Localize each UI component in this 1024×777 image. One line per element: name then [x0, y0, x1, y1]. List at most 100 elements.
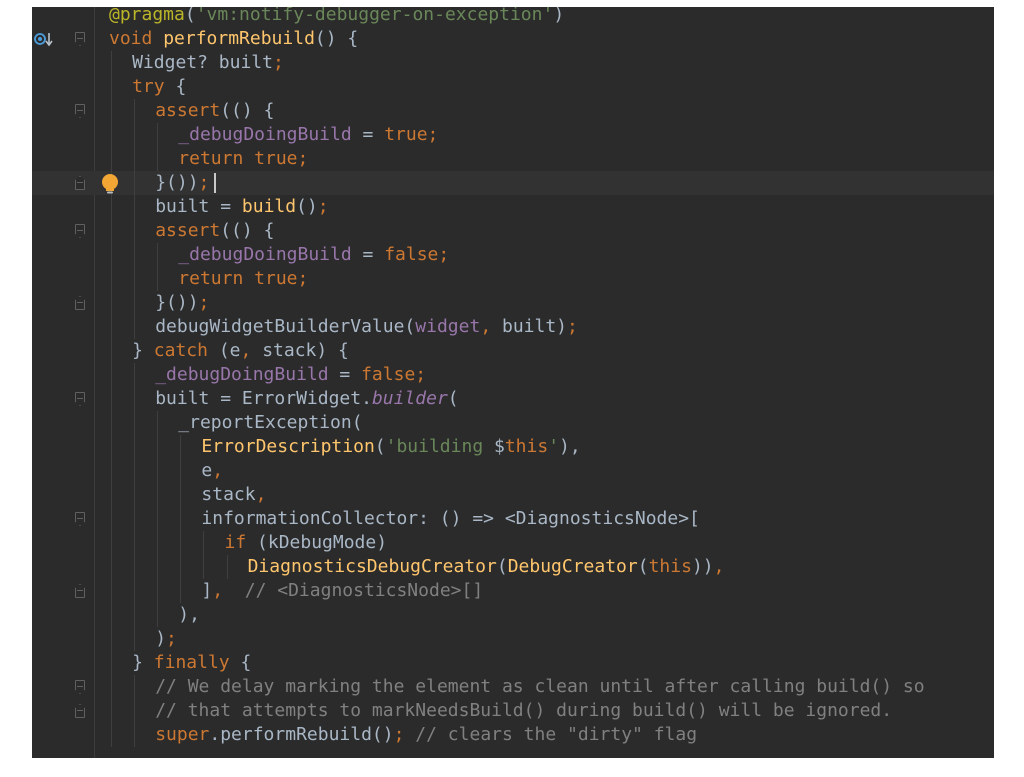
indent-guide — [134, 147, 136, 171]
code-token: }()) — [155, 292, 199, 313]
code-token: }()) — [155, 172, 199, 193]
indent-guide — [134, 603, 136, 627]
code-line[interactable]: ); — [32, 627, 994, 651]
fold-open-icon[interactable] — [75, 32, 85, 46]
code-token: ( — [184, 7, 196, 25]
indent-guide — [111, 603, 112, 627]
code-line[interactable]: } finally { — [32, 651, 994, 675]
indent-guide — [111, 123, 112, 147]
code-line[interactable]: _debugDoingBuild = false; — [32, 363, 994, 387]
code-text: ), — [178, 603, 200, 627]
indent-guide — [180, 507, 182, 531]
indent-guide — [157, 555, 159, 579]
code-line[interactable]: e, — [32, 459, 994, 483]
code-token: if — [224, 532, 258, 553]
override-method-arrow-icon[interactable] — [33, 29, 55, 49]
indent-guide — [111, 339, 112, 363]
code-token: .performRebuild() — [209, 724, 394, 745]
code-line[interactable]: @pragma('vm:notify-debugger-on-exception… — [32, 7, 994, 27]
code-text: e, — [201, 459, 223, 483]
code-token: ] — [201, 580, 213, 601]
code-text: @pragma('vm:notify-debugger-on-exception… — [109, 7, 564, 27]
fold-open-icon[interactable] — [75, 392, 85, 406]
code-line[interactable]: _debugDoingBuild = true; — [32, 123, 994, 147]
code-token: assert — [155, 220, 221, 241]
lightbulb-icon[interactable] — [98, 172, 122, 196]
code-token: ErrorDescription — [201, 436, 375, 457]
indent-guide — [134, 363, 136, 387]
code-token: built = ErrorWidget. — [155, 388, 372, 409]
fold-close-icon[interactable] — [75, 296, 85, 310]
code-token: stack — [201, 484, 256, 505]
indent-guide — [134, 387, 136, 411]
indent-guide — [111, 291, 112, 315]
indent-guide — [134, 123, 136, 147]
code-line[interactable]: built = build(); — [32, 195, 994, 219]
code-line[interactable]: debugWidgetBuilderValue(widget, built); — [32, 315, 994, 339]
code-text: _reportException( — [178, 411, 362, 435]
code-line[interactable]: Widget? built; — [32, 51, 994, 75]
code-line[interactable]: informationCollector: () => <Diagnostics… — [32, 507, 994, 531]
code-line[interactable]: assert(() { — [32, 219, 994, 243]
code-line[interactable]: // We delay marking the element as clean… — [32, 675, 994, 699]
fold-close-icon[interactable] — [75, 176, 85, 190]
code-line[interactable]: }()); — [32, 171, 994, 195]
fold-close-icon[interactable] — [75, 704, 85, 718]
code-editor[interactable]: @pragma('vm:notify-debugger-on-exception… — [32, 7, 994, 758]
indent-guide — [180, 531, 182, 555]
indent-guide — [203, 555, 205, 579]
indent-guide — [111, 459, 112, 483]
code-token: , — [240, 340, 263, 361]
fold-close-icon[interactable] — [75, 584, 85, 598]
fold-open-icon[interactable] — [75, 512, 85, 526]
code-line[interactable]: // that attempts to markNeedsBuild() dur… — [32, 699, 994, 723]
code-line[interactable]: try { — [32, 75, 994, 99]
fold-open-icon[interactable] — [75, 224, 85, 238]
code-line[interactable]: ], // <DiagnosticsNode>[] — [32, 579, 994, 603]
code-text: ); — [155, 627, 177, 651]
indent-guide — [111, 483, 112, 507]
indent-guide — [134, 411, 136, 435]
indent-guide — [157, 435, 159, 459]
code-text: _debugDoingBuild = false; — [155, 363, 426, 387]
indent-guide — [111, 555, 112, 579]
fold-open-icon[interactable] — [75, 680, 85, 694]
code-token: widget — [415, 316, 481, 337]
indent-guide — [111, 651, 112, 675]
fold-open-icon[interactable] — [75, 104, 85, 118]
indent-guide — [134, 531, 136, 555]
code-line[interactable]: return true; — [32, 267, 994, 291]
indent-guide — [134, 291, 136, 315]
code-line[interactable]: ), — [32, 603, 994, 627]
code-line[interactable]: assert(() { — [32, 99, 994, 123]
code-line[interactable]: built = ErrorWidget.builder( — [32, 387, 994, 411]
code-line[interactable]: super.performRebuild(); // clears the "d… — [32, 723, 994, 747]
indent-guide — [180, 435, 182, 459]
indent-guide — [111, 723, 112, 747]
code-line[interactable]: stack, — [32, 483, 994, 507]
code-line[interactable]: void performRebuild() { — [32, 27, 994, 51]
indent-guide — [134, 267, 136, 291]
code-line[interactable]: DiagnosticsDebugCreator(DebugCreator(thi… — [32, 555, 994, 579]
code-token: (() { — [220, 220, 275, 241]
code-text: ErrorDescription('building $this'), — [201, 435, 580, 459]
code-line[interactable]: if (kDebugMode) — [32, 531, 994, 555]
code-text: try { — [132, 75, 186, 99]
indent-guide — [134, 435, 136, 459]
code-line[interactable]: } catch (e, stack) { — [32, 339, 994, 363]
code-token: _reportException( — [178, 412, 363, 433]
indent-guide — [226, 555, 228, 579]
code-token: = — [328, 364, 362, 385]
code-line[interactable]: }()); — [32, 291, 994, 315]
code-line[interactable]: _debugDoingBuild = false; — [32, 243, 994, 267]
indent-guide — [111, 435, 112, 459]
indent-guide — [111, 75, 112, 99]
code-line[interactable]: ErrorDescription('building $this'), — [32, 435, 994, 459]
code-line[interactable]: return true; — [32, 147, 994, 171]
code-line[interactable]: _reportException( — [32, 411, 994, 435]
code-token: DiagnosticsDebugCreator — [247, 556, 497, 577]
code-text: Widget? built; — [132, 51, 284, 75]
code-token: = — [351, 124, 385, 145]
indent-guide — [180, 579, 182, 603]
code-token: _debugDoingBuild — [155, 364, 329, 385]
